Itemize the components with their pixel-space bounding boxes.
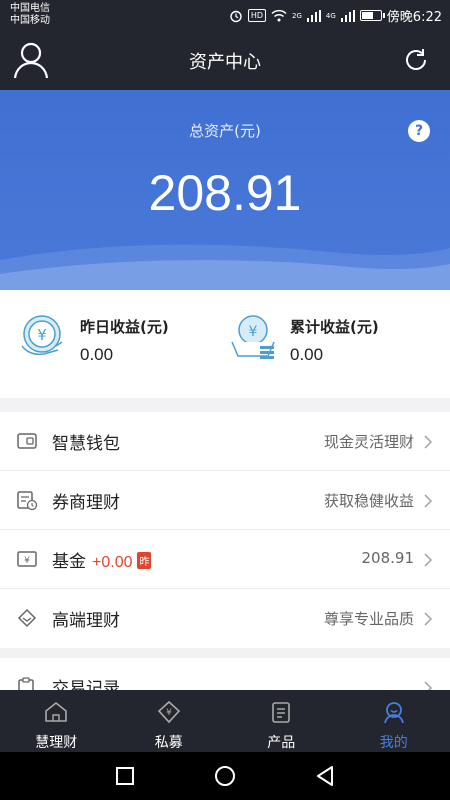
- menu-item-desc: 现金灵活理财: [323, 433, 414, 451]
- total-earnings-label: 累计收益(元): [290, 318, 379, 336]
- earnings-card: ¥ 昨日收益(元) 0.00 ¥ 累计收益(元) 0.00: [0, 290, 450, 398]
- bottom-tab-bar: 慧理财 ¥ 私募 产品 我的: [0, 690, 450, 752]
- document-clock-icon: [17, 491, 38, 511]
- refresh-button[interactable]: [402, 46, 430, 74]
- menu-item-desc: 尊享专业品质: [323, 610, 414, 628]
- decorative-waves: [0, 244, 450, 290]
- system-navigation-bar: [0, 752, 450, 800]
- tab-label: 我的: [379, 735, 408, 751]
- hd-icon: HD: [247, 9, 267, 22]
- tab-label: 私募: [154, 735, 183, 751]
- help-button[interactable]: ?: [408, 120, 430, 142]
- svg-text:¥: ¥: [249, 324, 258, 340]
- signal-icon: [340, 9, 355, 22]
- tab-private-equity[interactable]: ¥ 私募: [113, 690, 226, 752]
- home-icon: [45, 701, 68, 722]
- total-earnings[interactable]: ¥ 累计收益(元) 0.00: [226, 312, 436, 372]
- wallet-icon: [17, 433, 37, 449]
- yuan-coins-icon: ¥: [231, 315, 275, 359]
- alarm-icon: [230, 10, 242, 22]
- user-face-icon: [383, 702, 404, 724]
- total-assets-label: 总资产(元): [189, 122, 261, 140]
- chevron-right-icon: [424, 612, 433, 626]
- chevron-right-icon: [424, 494, 433, 508]
- menu-item-premium-finance[interactable]: 高端理财 尊享专业品质: [0, 589, 450, 648]
- menu-item-label: 高端理财: [52, 611, 120, 631]
- fund-label: 基金: [52, 552, 86, 572]
- yesterday-earnings-value: 0.00: [80, 345, 114, 364]
- wifi-icon: [271, 9, 287, 22]
- refresh-icon: [406, 49, 426, 70]
- chevron-right-icon: [424, 553, 433, 567]
- back-icon[interactable]: [313, 764, 337, 788]
- page-title: 资产中心: [189, 52, 261, 73]
- chevron-right-icon: [424, 435, 433, 449]
- clock-time: 傍晚6:22: [386, 10, 442, 25]
- carrier-info: 中国电信 中国移动: [10, 3, 50, 27]
- status-bar: 中国电信 中国移动 HD 2G 4G 傍晚6:22: [0, 0, 450, 30]
- product-menu: 智慧钱包 现金灵活理财 券商理财 获取稳健收益 ¥ 基金 +0.00 昨 208.9…: [0, 412, 450, 648]
- network-4g-label: 4G: [325, 11, 336, 20]
- menu-item-fund[interactable]: ¥ 基金 +0.00 昨 208.91: [0, 530, 450, 589]
- menu-item-broker-finance[interactable]: 券商理财 获取稳健收益: [0, 471, 450, 530]
- carrier-1: 中国电信: [10, 3, 50, 14]
- menu-item-label: 基金 +0.00 昨: [52, 547, 152, 572]
- app-header: 资产中心: [0, 30, 450, 90]
- tab-smart-finance[interactable]: 慧理财: [0, 690, 113, 752]
- yuan-diamond-icon: ¥: [157, 700, 180, 724]
- recent-apps-icon[interactable]: [113, 764, 137, 788]
- network-2g-label: 2G: [292, 11, 302, 20]
- yesterday-badge: 昨: [137, 552, 152, 569]
- total-assets-panel: 总资产(元) ? 208.91: [0, 90, 450, 290]
- yuan-hand-icon: ¥: [21, 315, 63, 356]
- fund-change-value: +0.00: [92, 554, 133, 571]
- battery-icon: [359, 10, 385, 21]
- total-assets-value: 208.91: [148, 165, 302, 221]
- tab-label: 产品: [267, 735, 296, 751]
- signal-icon: [306, 9, 321, 22]
- tab-mine[interactable]: 我的: [338, 690, 450, 752]
- menu-item-smart-wallet[interactable]: 智慧钱包 现金灵活理财: [0, 412, 450, 471]
- svg-text:¥: ¥: [37, 326, 47, 344]
- home-button-icon[interactable]: [213, 764, 237, 788]
- tab-label: 慧理财: [35, 735, 78, 751]
- menu-item-label: 智慧钱包: [52, 434, 120, 454]
- diamond-icon: [17, 608, 37, 628]
- fund-icon: ¥: [17, 551, 37, 567]
- fund-amount: 208.91: [361, 549, 415, 567]
- total-earnings-value: 0.00: [290, 345, 324, 364]
- carrier-2: 中国移动: [10, 15, 50, 26]
- menu-item-desc: 获取稳健收益: [323, 492, 414, 510]
- svg-text:¥: ¥: [166, 708, 172, 718]
- yesterday-earnings-label: 昨日收益(元): [80, 318, 169, 336]
- tab-products[interactable]: 产品: [225, 690, 338, 752]
- status-icons: HD 2G 4G 傍晚6:22: [229, 6, 442, 25]
- notepad-icon: [272, 702, 291, 723]
- menu-item-label: 券商理财: [52, 493, 120, 513]
- svg-text:¥: ¥: [24, 556, 30, 566]
- yesterday-earnings[interactable]: ¥ 昨日收益(元) 0.00: [16, 312, 216, 372]
